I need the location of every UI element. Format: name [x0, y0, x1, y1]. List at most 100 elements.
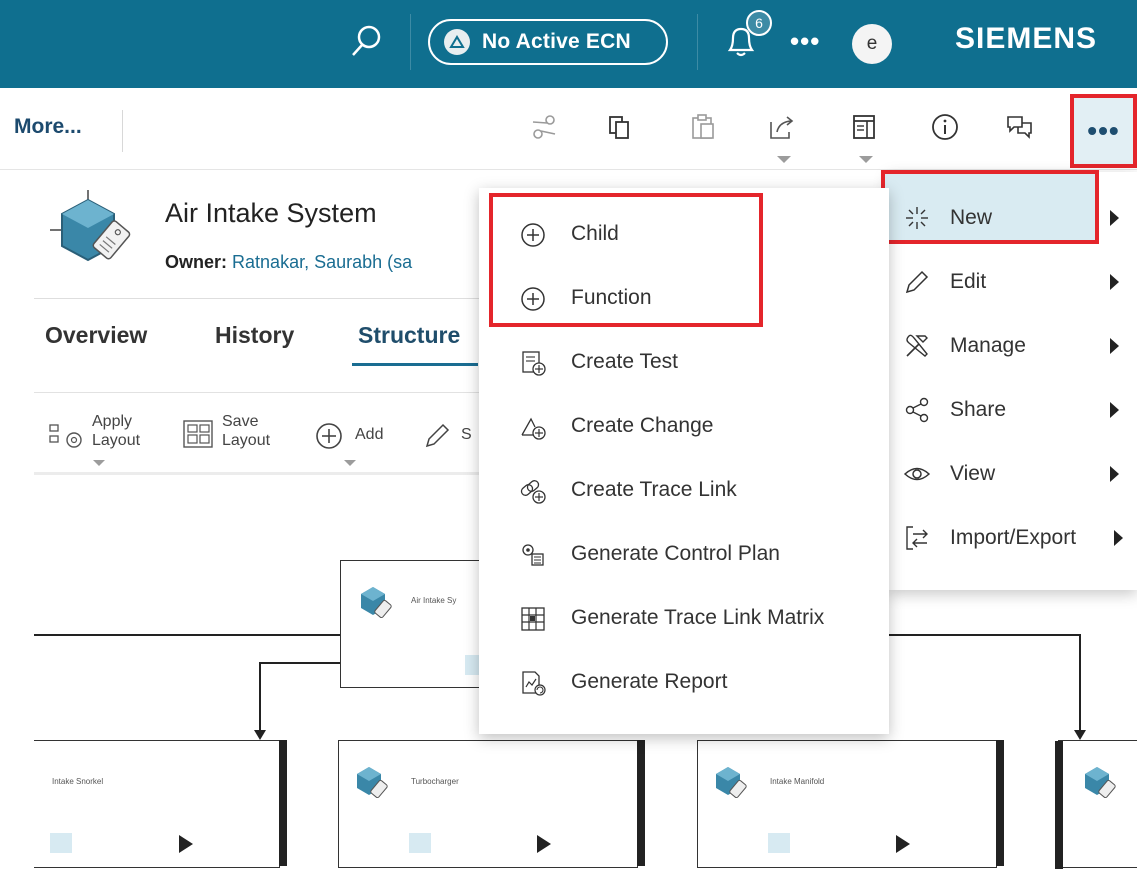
add-circle-icon[interactable]	[314, 421, 344, 456]
menu-item-label: Manage	[950, 334, 1026, 357]
diagram-child-node[interactable]	[1055, 740, 1137, 869]
tab-structure[interactable]: Structure	[358, 322, 460, 349]
test-icon	[517, 347, 549, 379]
chat-icon[interactable]	[1002, 110, 1036, 144]
copy-icon[interactable]	[602, 110, 636, 144]
tab-history[interactable]: History	[215, 322, 294, 349]
add-caret[interactable]	[344, 460, 356, 466]
menu-item-label: View	[950, 462, 996, 485]
share-icon	[902, 395, 932, 425]
cut-icon[interactable]	[527, 110, 561, 144]
apply-layout-icon[interactable]	[48, 420, 88, 459]
search-icon[interactable]	[348, 22, 384, 67]
node-label: Turbocharger	[411, 777, 459, 786]
ecn-label: No Active ECN	[482, 30, 631, 53]
submenu-item-generate-report[interactable]: Generate Report	[479, 652, 889, 716]
header-divider	[34, 298, 494, 299]
submenu-item-label: Create Test	[571, 350, 678, 373]
submenu-item-label: Create Change	[571, 414, 714, 437]
menu-item-label: Import/Export	[950, 526, 1077, 549]
expand-play-icon[interactable]	[179, 835, 193, 853]
expand-play-icon[interactable]	[537, 835, 551, 853]
submenu-arrow-icon	[1110, 338, 1119, 354]
submenu-item-label: Create Trace Link	[571, 478, 737, 501]
layout-dropdown-caret[interactable]	[859, 156, 873, 163]
tab-overview[interactable]: Overview	[45, 322, 147, 349]
node-link-icon[interactable]	[768, 833, 790, 853]
header-divider	[697, 14, 698, 70]
diagram-child-node[interactable]: Turbocharger	[338, 740, 645, 868]
active-tab-indicator	[352, 363, 478, 366]
save-layout-button[interactable]: Save Layout	[222, 412, 270, 450]
expand-play-icon[interactable]	[896, 835, 910, 853]
add-button[interactable]: Add	[355, 425, 383, 444]
node-label: Intake Snorkel	[52, 777, 104, 786]
node-type-icon	[712, 763, 752, 808]
menu-item-share[interactable]: Share	[888, 380, 1137, 440]
top-header: No Active ECN 6 ••• e SIEMENS	[0, 0, 1137, 88]
sparkle-icon	[902, 203, 932, 233]
object-type-icon	[50, 190, 150, 290]
node-side-bar	[1055, 741, 1063, 869]
menu-item-new[interactable]: New	[888, 188, 1137, 248]
change-icon	[517, 411, 549, 443]
tab-divider	[34, 392, 494, 393]
submenu-item-create-test[interactable]: Create Test	[479, 332, 889, 396]
menu-item-edit[interactable]: Edit	[888, 252, 1137, 312]
submenu-item-generate-control-plan[interactable]: Generate Control Plan	[479, 524, 889, 588]
tools-icon	[902, 331, 932, 361]
overflow-menu-button[interactable]: •••	[1070, 94, 1137, 168]
report-icon	[517, 667, 549, 699]
menu-item-import-export[interactable]: Import/Export	[888, 508, 1137, 568]
share-out-icon[interactable]	[765, 110, 799, 144]
node-link-icon[interactable]	[409, 833, 431, 853]
diagram-root-node[interactable]: Air Intake Sy	[340, 560, 487, 688]
owner-label: Owner:	[165, 252, 228, 272]
submenu-item-create-trace-link[interactable]: Create Trace Link	[479, 460, 889, 524]
paste-icon[interactable]	[686, 110, 720, 144]
trace-link-icon	[517, 475, 549, 507]
info-icon[interactable]	[928, 110, 962, 144]
control-plan-icon	[517, 539, 549, 571]
diagram-child-node[interactable]: Intake Snorkel	[34, 740, 287, 868]
share-dropdown-caret[interactable]	[777, 156, 791, 163]
node-side-bar	[996, 740, 1004, 866]
diagram-child-node[interactable]: Intake Manifold	[697, 740, 1004, 868]
avatar[interactable]: e	[852, 24, 892, 64]
node-label: Intake Manifold	[770, 777, 825, 786]
more-link[interactable]: More...	[14, 115, 82, 139]
apply-layout-label-2: Layout	[92, 432, 141, 449]
layout-icon[interactable]	[847, 110, 881, 144]
submenu-item-generate-trace-link-matrix[interactable]: Generate Trace Link Matrix	[479, 588, 889, 652]
node-type-icon	[357, 583, 397, 628]
ecn-status-button[interactable]: No Active ECN	[428, 19, 668, 65]
header-more-button[interactable]: •••	[790, 26, 820, 56]
header-divider	[410, 14, 411, 70]
submenu-item-label: Generate Trace Link Matrix	[571, 606, 825, 629]
connector-line	[889, 634, 1081, 636]
command-toolbar: More...	[0, 88, 1137, 170]
submenu-item-label: Generate Report	[571, 670, 728, 693]
apply-layout-button[interactable]: Apply Layout	[92, 412, 140, 450]
save-layout-icon[interactable]	[182, 418, 218, 457]
pencil-icon[interactable]	[422, 421, 452, 456]
menu-item-view[interactable]: View	[888, 444, 1137, 504]
menu-item-label: New	[950, 206, 993, 229]
node-type-icon	[353, 763, 393, 808]
connector-line	[34, 634, 341, 636]
ecn-icon	[444, 29, 470, 55]
menu-item-manage[interactable]: Manage	[888, 316, 1137, 376]
toolbar-divider	[122, 110, 123, 152]
submenu-arrow-icon	[1110, 210, 1119, 226]
matrix-icon	[517, 603, 549, 635]
notification-badge: 6	[746, 10, 772, 36]
subtool-partial-label[interactable]: S	[461, 425, 472, 444]
eye-icon	[902, 459, 932, 489]
apply-layout-label-1: Apply	[92, 413, 133, 430]
submenu-item-create-change[interactable]: Create Change	[479, 396, 889, 460]
node-link-icon[interactable]	[50, 833, 72, 853]
owner-link[interactable]: Ratnakar, Saurabh (sa	[232, 252, 412, 272]
apply-layout-caret[interactable]	[93, 460, 105, 466]
save-layout-label-1: Save	[222, 413, 259, 430]
pencil-icon	[902, 267, 932, 297]
